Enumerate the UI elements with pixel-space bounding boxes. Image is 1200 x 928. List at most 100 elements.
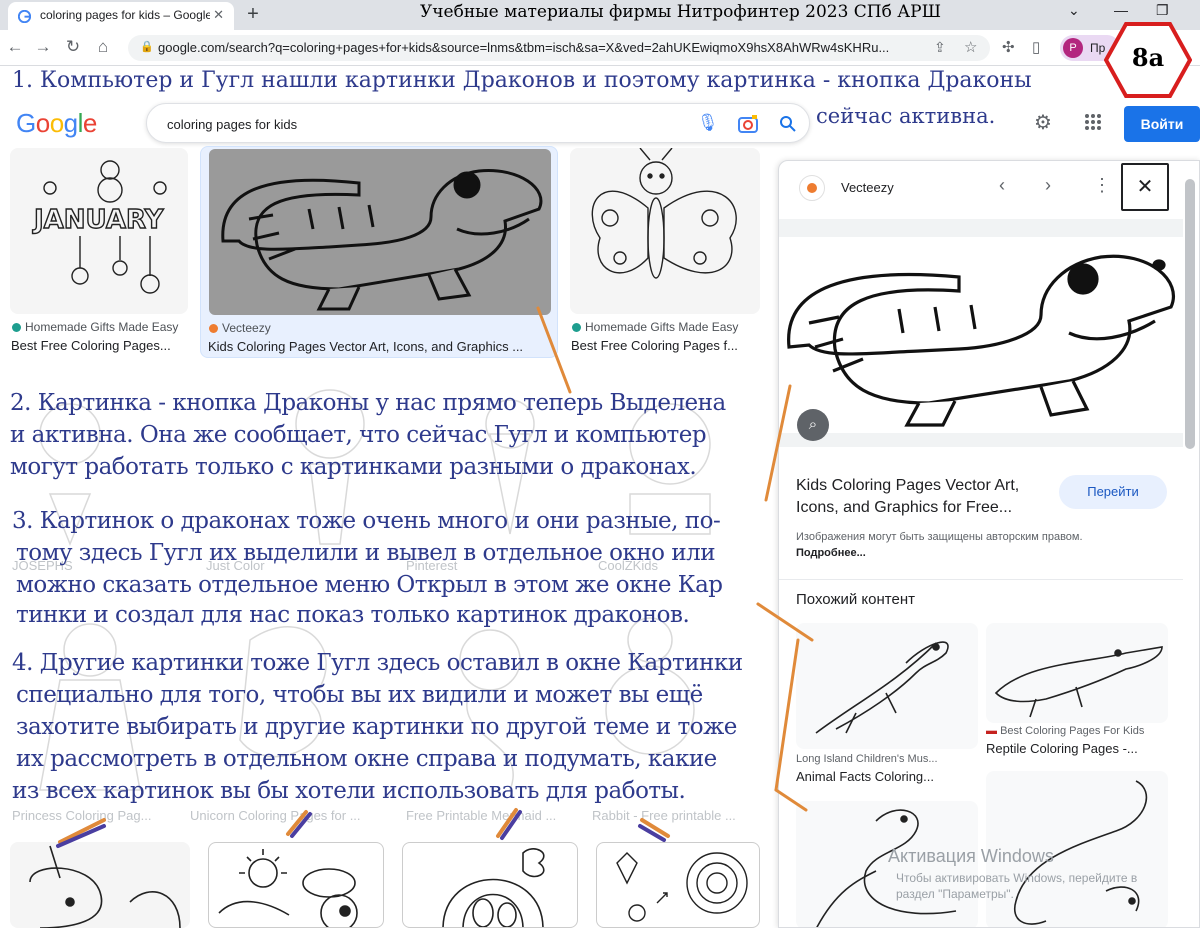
panel-scrollbar[interactable] [1185,179,1195,449]
similar-title[interactable]: Reptile Coloring Pages -... [986,741,1138,756]
faded-title: Princess Coloring Pag... [12,808,152,823]
source-favicon-icon [209,324,218,333]
window-title: Учебные материалы фирмы Нитрофинтер 2023… [420,2,941,22]
result-title[interactable]: Best Free Coloring Pages f... [571,338,759,353]
annotation-2-line: 2. Картинка - кнопка Драконы у нас прямо… [10,390,726,416]
visit-button[interactable]: Перейти [1059,475,1167,509]
annotation-4-line: специально для того, чтобы вы их видили … [16,682,703,708]
microphone-icon[interactable]: 🎙 [697,113,719,133]
annotation-4-line: из всех картинок вы бы хотели использова… [12,778,686,804]
reload-icon[interactable]: ↻ [62,37,84,59]
annotation-4-line: захотите выбирать и другие картинки по д… [16,714,737,740]
lock-icon: 🔒 [140,41,154,53]
windows-activation-text: Чтобы активировать Windows, перейдите в … [896,871,1138,901]
tab-search-icon[interactable]: ⌄ [1068,2,1080,19]
dragon-coloring-image [221,169,543,311]
result-image-sun-car[interactable] [208,842,384,928]
annotation-3-line: тинки и создал для нас показ только карт… [16,602,690,628]
result-image-space[interactable] [596,842,760,928]
next-chevron-icon[interactable]: › [1045,175,1051,196]
panel-title[interactable]: Kids Coloring Pages Vector Art, Icons, a… [796,475,1066,519]
annotation-4-line: 4. Другие картинки тоже Гугл здесь остав… [12,650,743,676]
settings-gear-icon[interactable]: ⚙ [1034,110,1052,135]
home-icon[interactable]: ⌂ [92,37,114,59]
butterfly-coloring-image [591,148,737,279]
lizard-coloring-image [815,641,949,734]
tab-active[interactable]: coloring pages for kids – Google ✕ [8,2,234,30]
avatar: P [1063,38,1083,58]
lens-search-icon[interactable]: ⌕ [797,409,829,441]
svg-text:JANUARY: JANUARY [32,205,165,235]
browser-toolbar: ← → ↻ ⌂ 🔒 google.com/search?q=coloring+p… [0,30,1200,66]
source-favicon-icon: ▬ [986,725,997,737]
annotation-3-line: 3. Картинок о драконах тоже очень много … [12,508,721,534]
preview-image[interactable] [779,237,1183,433]
url-text[interactable]: google.com/search?q=coloring+pages+for+k… [158,40,918,55]
similar-title[interactable]: Animal Facts Coloring... [796,769,934,784]
similar-card[interactable] [796,623,978,749]
result-image-easter-basket[interactable] [402,842,578,928]
extensions-icon[interactable]: ✣ [1002,38,1015,56]
result-image-butterfly[interactable] [570,148,760,314]
faded-title: Free Printable Mermaid ... [406,808,557,823]
previous-chevron-icon[interactable]: ‹ [999,175,1005,196]
address-bar[interactable]: 🔒 google.com/search?q=coloring+pages+for… [128,35,990,61]
more-options-icon[interactable]: ⋮ [1093,175,1111,196]
faded-title: Unicorn Coloring Pages for ... [190,808,361,823]
badge-label: 8a [1131,43,1165,72]
annotation-1: 1. Компьютер и Гугл нашли картинки Драко… [12,68,1032,93]
result-source[interactable]: Vecteezy [209,321,271,335]
google-favicon-icon [18,10,31,23]
result-source[interactable]: Homemade Gifts Made Easy [572,320,738,334]
vecteezy-favicon-icon [799,175,825,201]
learn-more-link[interactable]: Подробнее... [796,547,866,559]
sun-car-coloring-image [218,849,358,927]
annotation-3-line: можно сказать отдельное меню Открыл в эт… [16,572,723,598]
apps-grid-icon[interactable] [1084,113,1102,131]
forward-icon[interactable]: → [32,37,54,59]
preview-image-area [779,219,1183,447]
close-icon: ✕ [1136,176,1154,198]
result-title[interactable]: Kids Coloring Pages Vector Art, Icons, a… [208,339,548,354]
restore-icon[interactable]: ❐ [1156,2,1169,19]
side-panel-icon[interactable]: ▯ [1032,38,1040,56]
dragon-preview-image [787,254,1175,427]
result-source[interactable]: Homemade Gifts Made Easy [12,320,178,334]
close-panel-button[interactable]: ✕ [1121,163,1169,211]
sign-in-button[interactable]: Войти [1124,106,1200,142]
result-image-unicorn[interactable] [10,842,190,928]
source-favicon-icon [572,323,581,332]
panel-source[interactable]: Vecteezy [841,180,894,195]
source-favicon-icon [12,323,21,332]
result-image-january[interactable]: JANUARY [10,148,188,314]
tab-title: coloring pages for kids – Google [40,8,210,22]
search-input[interactable] [167,114,667,134]
back-icon[interactable]: ← [4,37,26,59]
annotation-1-continued: сейчас активна. [816,104,996,128]
similar-card[interactable] [986,623,1168,723]
january-coloring-image: JANUARY [31,160,167,294]
minimize-icon[interactable]: — [1114,2,1128,18]
bookmark-star-icon[interactable]: ☆ [964,38,977,56]
tab-close-icon[interactable]: ✕ [213,7,224,23]
share-icon[interactable]: ⇪ [934,39,946,56]
annotation-2-line: и активна. Она же сообщает, что сейчас Г… [10,422,707,448]
annotation-3-line: тому здесь Гугл их выделили и вывел в от… [16,540,716,566]
similar-source[interactable]: Long Island Children's Mus... [796,753,938,765]
space-coloring-image [616,852,748,922]
similar-heading: Похожий контент [796,591,915,608]
easter-basket-coloring-image [442,848,545,927]
similar-source[interactable]: ▬ Best Coloring Pages For Kids [986,725,1144,737]
new-tab-button[interactable]: + [242,4,264,26]
divider [779,579,1183,580]
search-icon[interactable] [779,115,797,133]
windows-activation-title: Активация Windows [888,846,1054,866]
camera-lens-icon[interactable] [737,114,759,134]
image-preview-panel: Vecteezy ‹ › ⋮ ✕ ⌕ Kids Coloring Pages V… [778,160,1200,928]
result-image-dragon-selected[interactable]: Vecteezy Kids Coloring Pages Vector Art,… [200,146,558,358]
result-title[interactable]: Best Free Coloring Pages... [11,338,187,353]
google-logo[interactable]: Google [16,108,97,139]
search-box: 🎙 [146,103,810,143]
tab-strip: coloring pages for kids – Google ✕ + Уче… [0,0,1200,30]
dragon-thumbnail [209,149,551,315]
